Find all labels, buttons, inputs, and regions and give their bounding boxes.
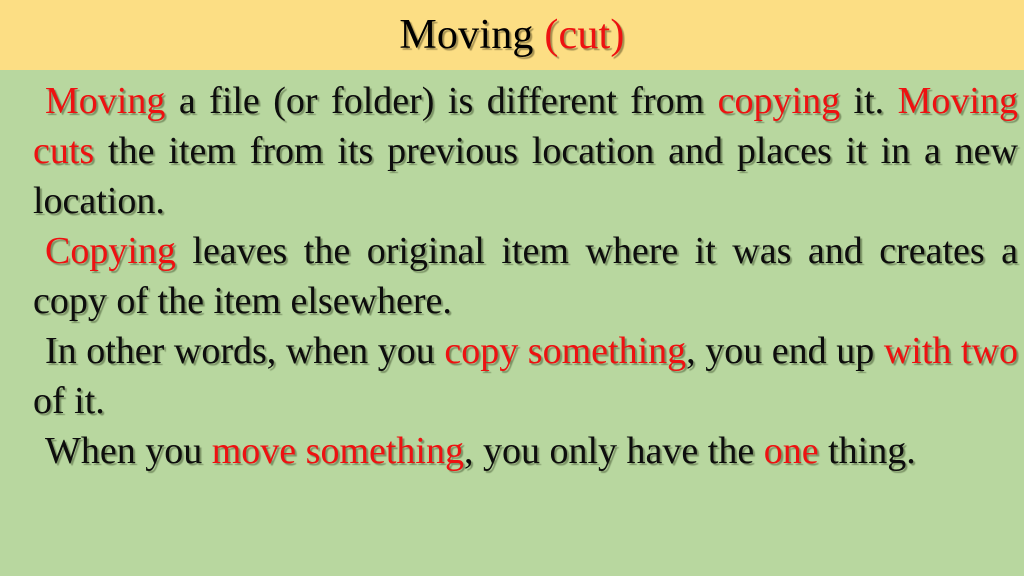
run-moving-6: the item from its previous location and …: [33, 130, 1018, 222]
slide-title-parenthetical: (cut): [544, 12, 625, 58]
slide-title-band: Moving (cut): [0, 0, 1024, 70]
run-copyresult-4: with two: [883, 330, 1018, 372]
paragraph-moving: Moving a file (or folder) is different f…: [33, 76, 1018, 226]
run-copyresult-3: , you end up: [686, 330, 884, 372]
run-moveresult-2: move something: [211, 430, 464, 472]
slide: Moving (cut) Moving a file (or folder) i…: [0, 0, 1024, 576]
run-copyresult-5: of it.: [33, 380, 105, 422]
run-copying-2: leaves the original item where it was an…: [33, 230, 1018, 322]
paragraph-copying: Copying leaves the original item where i…: [33, 226, 1018, 326]
run-moveresult-1: When you: [45, 430, 212, 472]
run-moveresult-5: thing.: [818, 430, 916, 472]
run-moving-4: it.: [840, 80, 898, 122]
run-copyresult-1: In other words, when you: [45, 330, 445, 372]
slide-title-main: Moving: [399, 12, 534, 58]
run-copyresult-2: copy something: [444, 330, 687, 372]
run-moveresult-3: , you only have the: [464, 430, 764, 472]
paragraph-move-result: When you move something, you only have t…: [33, 426, 1018, 476]
run-moving-1: Moving: [45, 80, 166, 122]
slide-title: Moving (cut): [399, 12, 624, 58]
run-moving-3: copying: [717, 80, 841, 122]
slide-body: Moving a file (or folder) is different f…: [0, 70, 1024, 576]
slide-title-space: [534, 12, 545, 58]
paragraph-copy-result: In other words, when you copy something,…: [33, 326, 1018, 426]
run-moving-2: a file (or folder) is different from: [165, 80, 718, 122]
run-copying-1: Copying: [45, 230, 176, 272]
run-moveresult-4: one: [763, 430, 819, 472]
